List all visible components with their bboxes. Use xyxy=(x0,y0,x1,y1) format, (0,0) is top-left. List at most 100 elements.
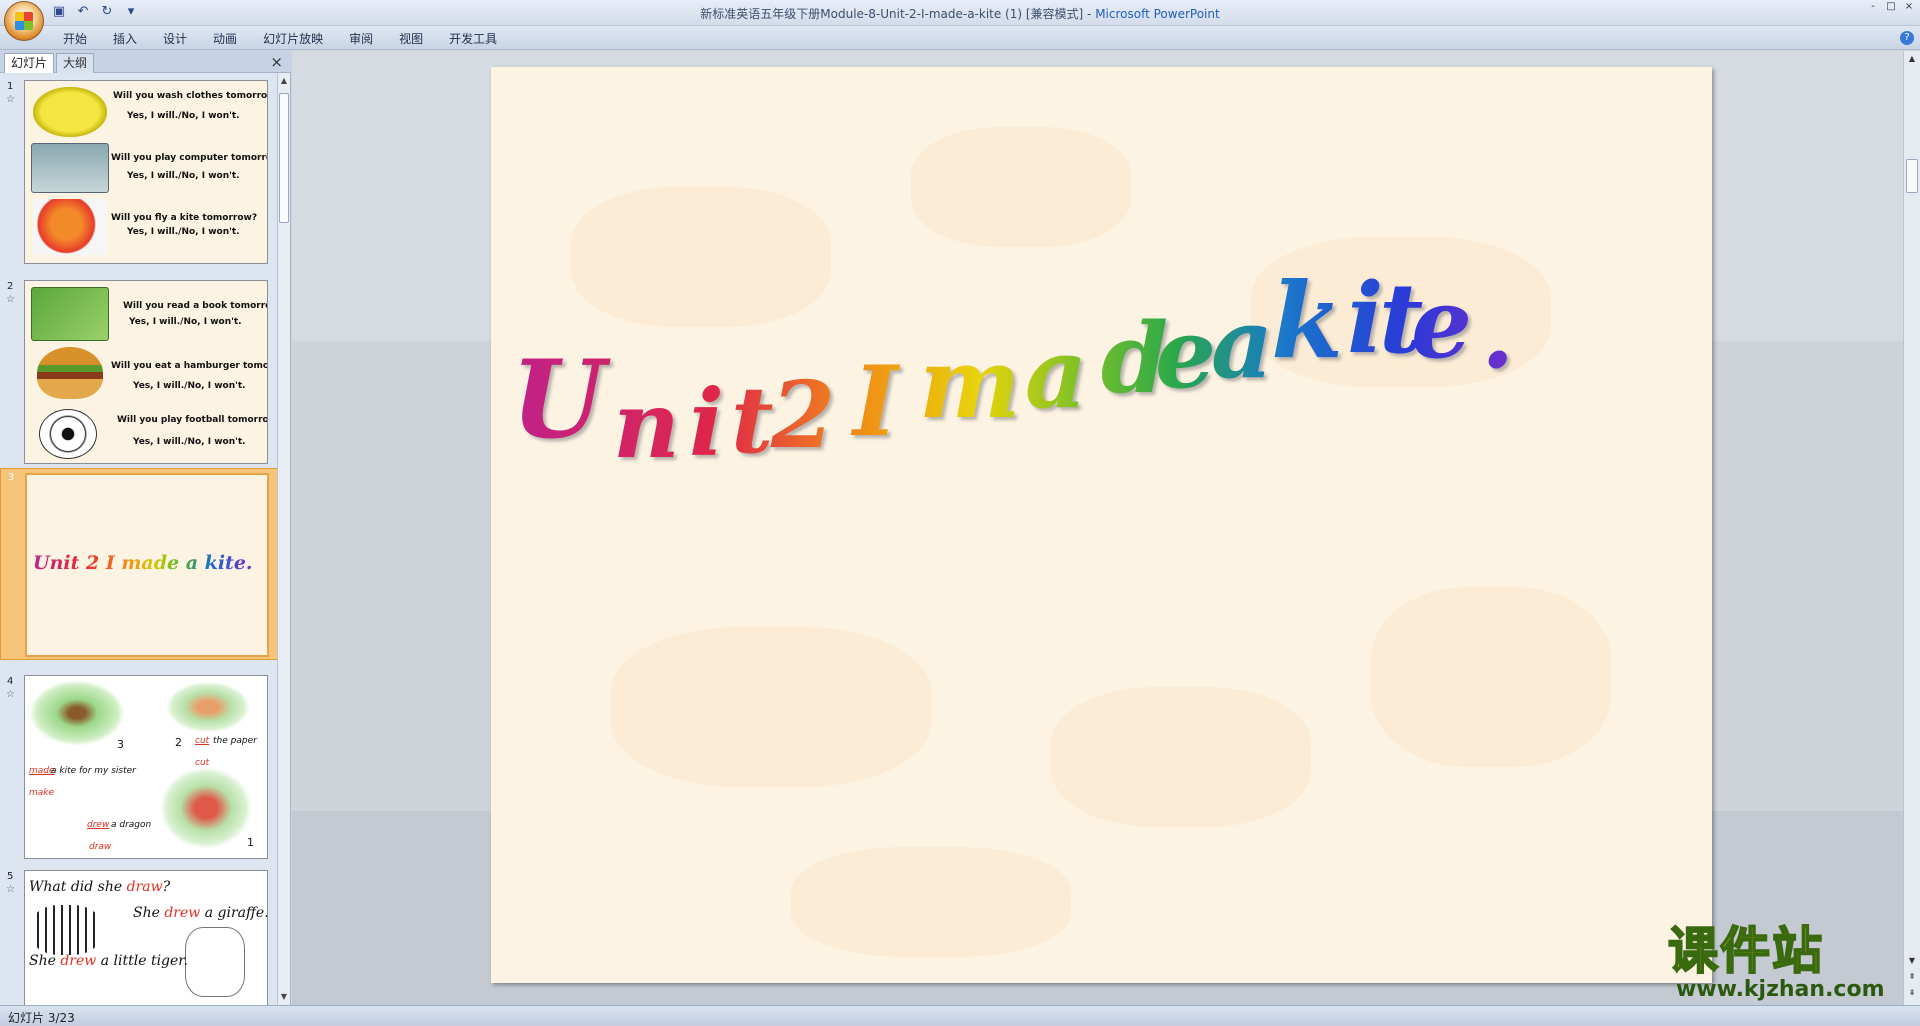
scroll-down-icon[interactable]: ▼ xyxy=(278,991,290,1003)
slide-thumbnail-2[interactable]: Will you read a book tomorrow? Yes, I wi… xyxy=(24,280,268,464)
animation-star-icon: ☆ xyxy=(6,94,15,105)
tab-developer[interactable]: 开发工具 xyxy=(436,30,510,48)
status-bar: 幻灯片 3/23 xyxy=(0,1005,1920,1025)
answer-suffix: a giraffe. xyxy=(200,905,268,921)
answer-suffix: a little tiger. xyxy=(96,953,188,969)
minimize-icon[interactable]: - xyxy=(1866,1,1880,13)
answer-text: Yes, I will./No, I won't. xyxy=(127,227,240,237)
verb-base-label: draw xyxy=(89,842,112,852)
wordart-letter: e xyxy=(1155,297,1216,410)
step-number: 1 xyxy=(247,836,254,849)
thumbnail-slot-2[interactable]: 2 ☆ Will you read a book tomorrow? Yes, … xyxy=(0,278,278,466)
title-bar: ▣ ↶ ↻ ▾ 新标准英语五年级下册Module-8-Unit-2-I-made… xyxy=(0,0,1920,41)
book-image xyxy=(31,287,109,341)
document-title: 新标准英语五年级下册Module-8-Unit-2-I-made-a-kite … xyxy=(700,7,1096,21)
tab-design[interactable]: 设计 xyxy=(150,30,200,48)
slide-number: 5 xyxy=(7,871,14,882)
thumbnail-slot-1[interactable]: 1 ☆ Will you wash clothes tomorrow? Yes,… xyxy=(0,78,278,266)
tiger-image xyxy=(31,905,101,955)
answer-line-tiger: She drew a little tiger. xyxy=(29,953,188,969)
maximize-icon[interactable]: □ xyxy=(1884,1,1898,13)
wordart-letter: i xyxy=(689,369,724,477)
slide-counter: 幻灯片 3/23 xyxy=(8,1011,75,1025)
question-line: What did she draw? xyxy=(29,879,170,895)
phrase-label: the paper xyxy=(213,736,257,746)
animation-star-icon: ☆ xyxy=(6,294,15,305)
slide-thumbnail-5[interactable]: What did she draw? She drew a giraffe. S… xyxy=(24,870,268,1005)
clothes-image xyxy=(33,87,107,137)
tab-view[interactable]: 视图 xyxy=(386,30,436,48)
window-title: 新标准英语五年级下册Module-8-Unit-2-I-made-a-kite … xyxy=(0,5,1920,22)
thumbnail-title: Unit 2 I made a kite. xyxy=(33,552,253,574)
wordart-letter: k xyxy=(1271,259,1343,382)
tab-slides[interactable]: 幻灯片 xyxy=(4,53,55,73)
phrase-label: a dragon xyxy=(111,820,152,830)
wordart-letter: 2 xyxy=(770,361,835,469)
thumbnail-scrollbar[interactable]: ▲ ▼ xyxy=(277,73,290,1005)
slide-thumbnail-3[interactable]: Unit 2 I made a kite. xyxy=(25,473,269,657)
step-number: 2 xyxy=(175,736,182,749)
scroll-thumb[interactable] xyxy=(279,93,289,223)
office-logo-icon xyxy=(15,12,33,30)
panel-tabs: 幻灯片 大纲 × xyxy=(0,51,291,73)
question-prefix: What did she xyxy=(29,879,127,895)
watermark: 课件站 www.kjzhan.com xyxy=(1667,922,1908,1003)
kite-image xyxy=(33,199,107,255)
verb-base-label: cut xyxy=(195,758,210,768)
slide-number: 1 xyxy=(7,81,14,92)
office-button[interactable] xyxy=(4,1,44,41)
tab-slideshow[interactable]: 幻灯片放映 xyxy=(250,30,336,48)
scroll-up-icon[interactable]: ▲ xyxy=(1906,53,1918,65)
question-text: Will you play football tomorrow? xyxy=(117,415,268,425)
tab-review[interactable]: 审阅 xyxy=(336,30,386,48)
answer-prefix: She xyxy=(29,953,61,969)
answer-text: Yes, I will./No, I won't. xyxy=(133,437,246,447)
ribbon: 开始 插入 设计 动画 幻灯片放映 审阅 视图 开发工具 ? xyxy=(0,26,1920,50)
slides-panel: 幻灯片 大纲 × 1 ☆ Will you wash clothes tomor… xyxy=(0,51,291,1005)
app-name: Microsoft PowerPoint xyxy=(1095,7,1220,21)
tab-home[interactable]: 开始 xyxy=(50,30,100,48)
animation-star-icon: ☆ xyxy=(6,884,15,895)
wordart-letter: U xyxy=(511,337,611,463)
ribbon-tabs: 开始 插入 设计 动画 幻灯片放映 审阅 视图 开发工具 xyxy=(50,30,510,48)
tab-insert[interactable]: 插入 xyxy=(100,30,150,48)
answer-verb: drew xyxy=(60,953,97,969)
wordart-letter: . xyxy=(1481,277,1514,390)
verb-base-label: make xyxy=(29,788,55,798)
thumbnail-slot-3[interactable]: 3 Unit 2 I made a kite. xyxy=(0,468,278,660)
scroll-thumb[interactable] xyxy=(1906,159,1918,193)
cutting-scene-image xyxy=(167,682,249,732)
verb-label: drew xyxy=(87,820,110,830)
thumbnail-list: 1 ☆ Will you wash clothes tomorrow? Yes,… xyxy=(0,73,278,1005)
slide-scrollbar[interactable]: ▲ ▼ ⇞ ⇟ xyxy=(1903,51,1920,1005)
tab-outline[interactable]: 大纲 xyxy=(56,53,95,73)
window-controls: - □ × xyxy=(1866,1,1916,13)
tab-animations[interactable]: 动画 xyxy=(200,30,250,48)
question-text: Will you wash clothes tomorrow? xyxy=(113,91,268,101)
answer-line-giraffe: She drew a giraffe. xyxy=(133,905,268,921)
answer-text: Yes, I will./No, I won't. xyxy=(129,317,242,327)
phrase-label: a kite for my sister xyxy=(51,766,136,776)
slide-thumbnail-4[interactable]: 3 2 1 cut the paper cut made a kite for … xyxy=(24,675,268,859)
slide-number: 4 xyxy=(7,676,14,687)
close-icon[interactable]: × xyxy=(1902,1,1916,13)
answer-prefix: She xyxy=(133,905,165,921)
current-slide[interactable]: Unit2Imadeakite. xyxy=(491,67,1712,983)
scroll-up-icon[interactable]: ▲ xyxy=(278,75,290,87)
question-verb: draw xyxy=(126,879,163,895)
wordart-letter: I xyxy=(850,345,901,458)
answer-text: Yes, I will./No, I won't. xyxy=(127,111,240,121)
slide-thumbnail-1[interactable]: Will you wash clothes tomorrow? Yes, I w… xyxy=(24,80,268,264)
panel-close-icon[interactable]: × xyxy=(270,53,283,71)
help-icon[interactable]: ? xyxy=(1900,31,1914,45)
slide-number: 3 xyxy=(8,472,15,483)
wordart-letter: m xyxy=(919,327,1021,440)
thumbnail-slot-5[interactable]: 5 ☆ What did she draw? She drew a giraff… xyxy=(0,868,278,1005)
giraffe-image xyxy=(185,927,245,997)
question-text: Will you play computer tomorrow? xyxy=(111,153,267,163)
title-wordart[interactable]: Un i t2 Im a deak ite. xyxy=(491,67,1712,983)
thumbnail-slot-4[interactable]: 4 ☆ 3 2 1 cut the paper cut made a kite … xyxy=(0,673,278,861)
question-text: Will you eat a hamburger tomorrow xyxy=(111,361,268,371)
football-image xyxy=(39,409,97,459)
wordart-letter: i xyxy=(1347,262,1383,375)
